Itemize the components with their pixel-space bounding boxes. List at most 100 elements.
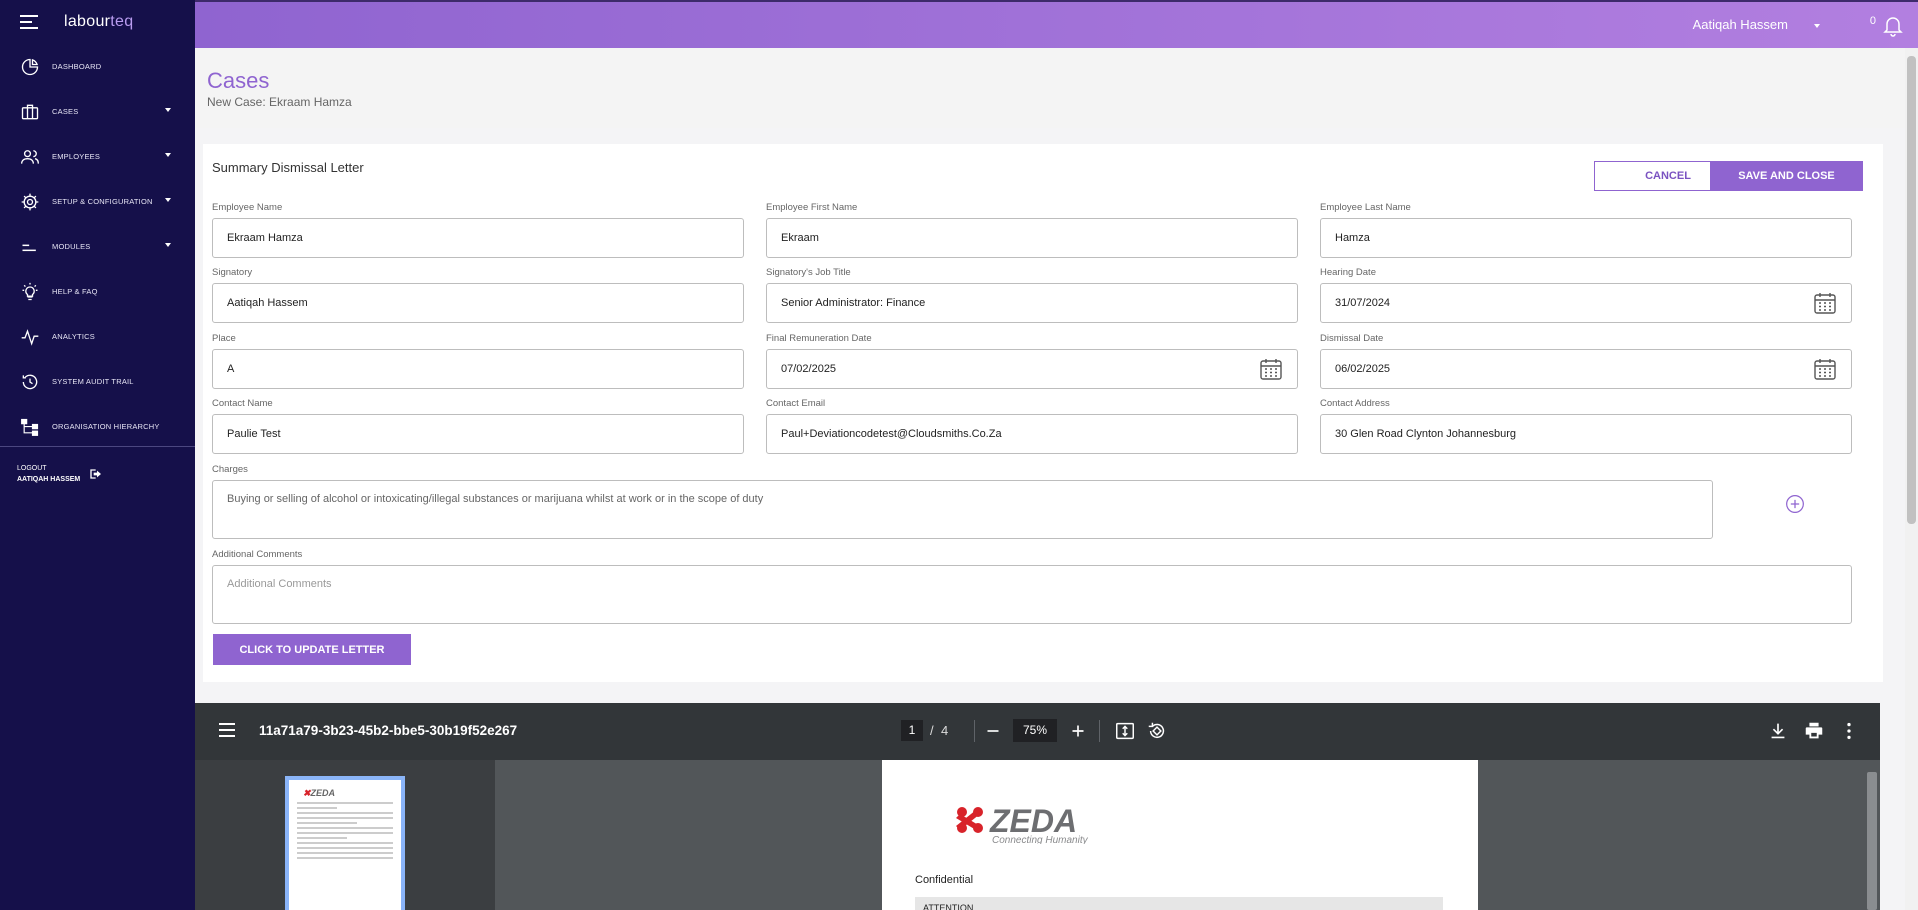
charges-label: Charges <box>212 464 248 475</box>
briefcase-icon <box>21 104 39 119</box>
page-title: Cases <box>207 68 270 93</box>
employee-first-name-label: Employee First Name <box>766 202 858 213</box>
signatory-field[interactable] <box>212 283 744 323</box>
user-menu-name[interactable]: Aatiqah Hassem <box>1693 17 1788 32</box>
download-icon[interactable] <box>1767 720 1789 742</box>
employee-name-label: Employee Name <box>212 202 283 213</box>
save-and-close-button[interactable]: SAVE AND CLOSE <box>1710 161 1863 191</box>
sidebar-item-organisation-hierarchy[interactable]: Organisation Hierarchy <box>0 404 195 449</box>
menu-toggle-icon[interactable] <box>20 15 38 29</box>
pdf-page-thumbnail[interactable]: ✖ZEDA <box>285 776 405 910</box>
zoom-out-icon[interactable] <box>982 720 1004 742</box>
pdf-filename: 11a71a79-3b23-45b2-bbe5-30b19f52e267 <box>259 723 518 738</box>
thumbnail-logo: ✖ZEDA <box>303 788 336 798</box>
logout-link[interactable]: Logout Aatiqah Hassem <box>17 463 80 485</box>
hierarchy-icon <box>21 418 39 436</box>
pdf-menu-icon[interactable] <box>219 723 235 737</box>
logout-icon[interactable] <box>89 467 105 481</box>
sidebar-item-dashboard[interactable]: Dashboard <box>0 44 195 89</box>
dismissal-date-field[interactable] <box>1320 349 1852 389</box>
chevron-down-icon[interactable] <box>165 153 171 157</box>
contact-email-label: Contact Email <box>766 398 826 409</box>
calendar-icon[interactable] <box>1813 357 1837 381</box>
contact-address-field[interactable] <box>1320 414 1852 454</box>
pie-chart-icon <box>21 58 39 75</box>
sidebar-item-label: Cases <box>52 107 79 116</box>
activity-icon <box>21 328 39 346</box>
sidebar-item-label: Dashboard <box>52 62 102 71</box>
sidebar-item-label: Modules <box>52 242 91 251</box>
lightbulb-icon <box>22 282 38 300</box>
zeda-logo-text: ZEDA <box>989 804 1077 839</box>
history-icon <box>22 374 38 389</box>
employee-first-name-field[interactable] <box>766 218 1298 258</box>
sidebar-item-cases[interactable]: Cases <box>0 89 195 134</box>
pdf-scrollbar[interactable] <box>1867 772 1877 910</box>
place-field[interactable] <box>212 349 744 389</box>
chevron-down-icon[interactable] <box>165 243 171 247</box>
calendar-icon[interactable] <box>1259 357 1283 381</box>
chevron-down-icon[interactable] <box>165 198 171 202</box>
pdf-page-input[interactable] <box>901 720 923 741</box>
zeda-logo: ZEDA Connecting Humanity <box>956 804 1089 844</box>
contact-name-field[interactable] <box>212 414 744 454</box>
pdf-viewer-body: ✖ZEDA ZEDA Connecting Humanity Confident… <box>195 760 1880 910</box>
hearing-date-field[interactable] <box>1320 283 1852 323</box>
sidebar-item-help-faq[interactable]: Help & FAQ <box>0 269 195 314</box>
rotate-icon[interactable] <box>1146 720 1168 742</box>
sidebar-item-label: Help & FAQ <box>52 287 98 296</box>
document-attention-header: ATTENTION <box>915 897 1443 910</box>
final-remuneration-date-field[interactable] <box>766 349 1298 389</box>
form-title: Summary Dismissal Letter <box>212 160 364 175</box>
fit-page-icon[interactable] <box>1114 720 1136 742</box>
contact-email-field[interactable] <box>766 414 1298 454</box>
employee-last-name-label: Employee Last Name <box>1320 202 1411 213</box>
sidebar-item-label: Organisation Hierarchy <box>52 422 160 431</box>
sidebar-item-label: Setup & Configuration <box>52 197 153 206</box>
page-scrollbar-thumb[interactable] <box>1907 56 1916 524</box>
chevron-down-icon[interactable] <box>1814 24 1820 28</box>
contact-address-label: Contact Address <box>1320 398 1390 409</box>
pdf-page-separator: / <box>930 723 934 738</box>
hearing-date-label: Hearing Date <box>1320 267 1376 278</box>
bell-icon[interactable] <box>1880 13 1906 37</box>
signatory-label: Signatory <box>212 267 253 278</box>
page-header: Cases New Case: Ekraam Hamza <box>195 48 1905 128</box>
pdf-thumbnail-panel: ✖ZEDA <box>195 760 495 910</box>
sidebar-item-label: Analytics <box>52 332 95 341</box>
dismissal-letter-form: Summary Dismissal Letter CANCEL SAVE AND… <box>203 144 1883 682</box>
sidebar-item-label: Employees <box>52 152 101 161</box>
sidebar-item-system-audit-trail[interactable]: System Audit Trail <box>0 359 195 404</box>
update-letter-button[interactable]: CLICK TO UPDATE LETTER <box>213 634 411 665</box>
zeda-logo-tagline: Connecting Humanity <box>992 835 1089 844</box>
sidebar-item-analytics[interactable]: Analytics <box>0 314 195 359</box>
calendar-icon[interactable] <box>1813 291 1837 315</box>
add-charge-icon[interactable] <box>1785 494 1805 514</box>
sidebar-item-modules[interactable]: Modules <box>0 224 195 269</box>
app-logo[interactable]: labourteq <box>64 13 133 31</box>
toolbar-divider <box>1099 720 1100 742</box>
pdf-zoom-level[interactable]: 75% <box>1013 719 1057 742</box>
pdf-page: ZEDA Connecting Humanity Confidential AT… <box>882 760 1478 910</box>
sidebar-item-setup-configuration[interactable]: Setup & Configuration <box>0 179 195 224</box>
charges-field[interactable]: Buying or selling of alcohol or intoxica… <box>212 480 1713 539</box>
chevron-down-icon[interactable] <box>165 108 171 112</box>
more-options-icon[interactable] <box>1838 720 1860 742</box>
contact-name-label: Contact Name <box>212 398 273 409</box>
sidebar-divider <box>0 446 195 447</box>
sliders-icon <box>22 244 36 251</box>
sidebar-item-employees[interactable]: Employees <box>0 134 195 179</box>
toolbar-divider <box>974 720 975 742</box>
print-icon[interactable] <box>1803 720 1825 742</box>
employee-name-field[interactable] <box>212 218 744 258</box>
dismissal-date-label: Dismissal Date <box>1320 333 1384 344</box>
logout-label: Logout <box>17 465 47 472</box>
page-subtitle: New Case: Ekraam Hamza <box>207 95 352 109</box>
signatory-job-title-field[interactable] <box>766 283 1298 323</box>
sidebar: labourteq Dashboard Cases Employees Setu… <box>0 0 195 910</box>
pdf-toolbar: 11a71a79-3b23-45b2-bbe5-30b19f52e267 / 4… <box>195 703 1880 760</box>
zoom-in-icon[interactable] <box>1067 720 1089 742</box>
additional-comments-field[interactable] <box>212 565 1852 624</box>
employee-last-name-field[interactable] <box>1320 218 1852 258</box>
pdf-page-total: 4 <box>941 723 949 738</box>
